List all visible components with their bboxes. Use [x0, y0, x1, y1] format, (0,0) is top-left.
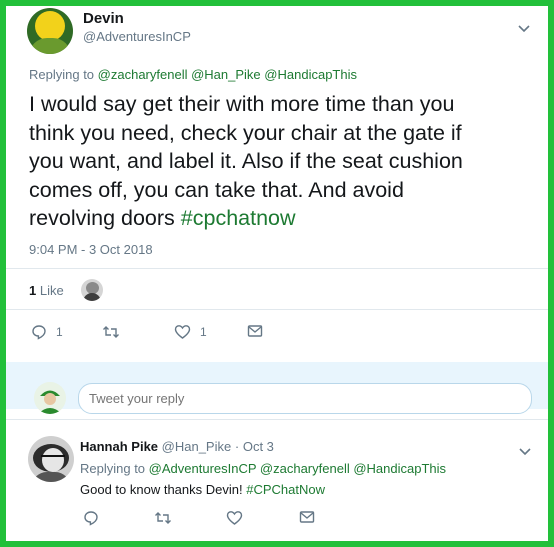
- reply-action[interactable]: 1: [31, 324, 63, 340]
- tweet-text-tail: revolving doors: [29, 206, 175, 230]
- envelope-icon: [299, 510, 315, 524]
- likes-label: Like: [39, 283, 64, 298]
- tweet-text-line: I would say get their with more time tha…: [29, 92, 455, 116]
- reply-separator: ·: [234, 439, 240, 454]
- mention-link[interactable]: @AdventuresInCP: [149, 461, 257, 476]
- divider: [6, 419, 548, 420]
- mention-link[interactable]: @Han_Pike: [191, 67, 261, 82]
- reply-menu-chevron-icon[interactable]: [519, 443, 531, 461]
- tweet-text-line: comes off, you can take that. And avoid: [29, 177, 404, 202]
- retweet-action[interactable]: [102, 324, 120, 340]
- heart-icon: [174, 324, 191, 340]
- reply-replying-to: Replying to @AdventuresInCP @zacharyfene…: [80, 461, 446, 476]
- likes-count[interactable]: 1 Like: [29, 283, 64, 298]
- reply-icon: [83, 510, 99, 526]
- retweet-icon: [154, 510, 172, 526]
- tweet-text-line: think you need, check your chair at the …: [29, 120, 462, 145]
- reply-header: Hannah Pike @Han_Pike · Oct 3: [80, 439, 274, 454]
- liker-avatar[interactable]: [81, 279, 103, 301]
- avatar-shoulder: [31, 472, 71, 482]
- reply-input[interactable]: [78, 383, 532, 414]
- tweet-text: I would say get their with more time tha…: [29, 90, 539, 233]
- tweet-text-line: revolving doors #cpchatnow: [29, 204, 539, 233]
- replying-prefix: Replying to: [80, 461, 146, 476]
- reply-count: 1: [56, 325, 63, 339]
- like-action[interactable]: [226, 510, 243, 526]
- liker-avatar-body: [83, 293, 101, 301]
- heart-icon: [226, 510, 243, 526]
- mention-link[interactable]: @zacharyfenell: [260, 461, 350, 476]
- tweet-frame: Devin @AdventuresInCP Replying to @zacha…: [6, 6, 548, 541]
- likes-number: 1: [29, 283, 37, 298]
- replying-prefix: Replying to: [29, 67, 95, 82]
- current-user-avatar[interactable]: [34, 382, 66, 414]
- author-handle[interactable]: @AdventuresInCP: [83, 29, 191, 44]
- like-count: 1: [200, 325, 207, 339]
- avatar-face: [42, 448, 64, 472]
- reply-text-plain: Good to know thanks Devin!: [80, 482, 243, 497]
- mention-link[interactable]: @HandicapThis: [264, 67, 357, 82]
- divider: [6, 268, 548, 269]
- reply-author-name[interactable]: Hannah Pike: [80, 439, 158, 454]
- reply-text: Good to know thanks Devin! #CPChatNow: [80, 482, 325, 497]
- envelope-icon: [247, 324, 263, 338]
- hashtag-link[interactable]: #CPChatNow: [246, 482, 325, 497]
- hashtag-link[interactable]: #cpchatnow: [181, 206, 296, 230]
- tweet-timestamp[interactable]: 9:04 PM - 3 Oct 2018: [29, 242, 153, 257]
- mention-link[interactable]: @HandicapThis: [353, 461, 446, 476]
- divider: [6, 309, 548, 310]
- reply-icon: [31, 324, 47, 340]
- tweet-menu-chevron-icon[interactable]: [518, 20, 530, 38]
- avatar-face: [35, 11, 65, 41]
- author-avatar[interactable]: [27, 8, 73, 54]
- reply-action[interactable]: [83, 510, 99, 526]
- dm-action[interactable]: [299, 510, 315, 524]
- replying-to: Replying to @zacharyfenell @Han_Pike @Ha…: [29, 67, 357, 82]
- avatar-body: [29, 38, 71, 54]
- reply-author-avatar[interactable]: [28, 436, 74, 482]
- retweet-action[interactable]: [154, 510, 172, 526]
- avatar-glasses: [41, 455, 65, 460]
- like-action[interactable]: 1: [174, 324, 207, 340]
- dm-action[interactable]: [247, 324, 263, 338]
- mention-link[interactable]: @zacharyfenell: [98, 67, 188, 82]
- reply-date[interactable]: Oct 3: [243, 439, 274, 454]
- reply-author-handle[interactable]: @Han_Pike: [162, 439, 232, 454]
- author-name[interactable]: Devin: [83, 10, 124, 27]
- tweet-text-line: you want, and label it. Also if the seat…: [29, 149, 463, 173]
- retweet-icon: [102, 324, 120, 340]
